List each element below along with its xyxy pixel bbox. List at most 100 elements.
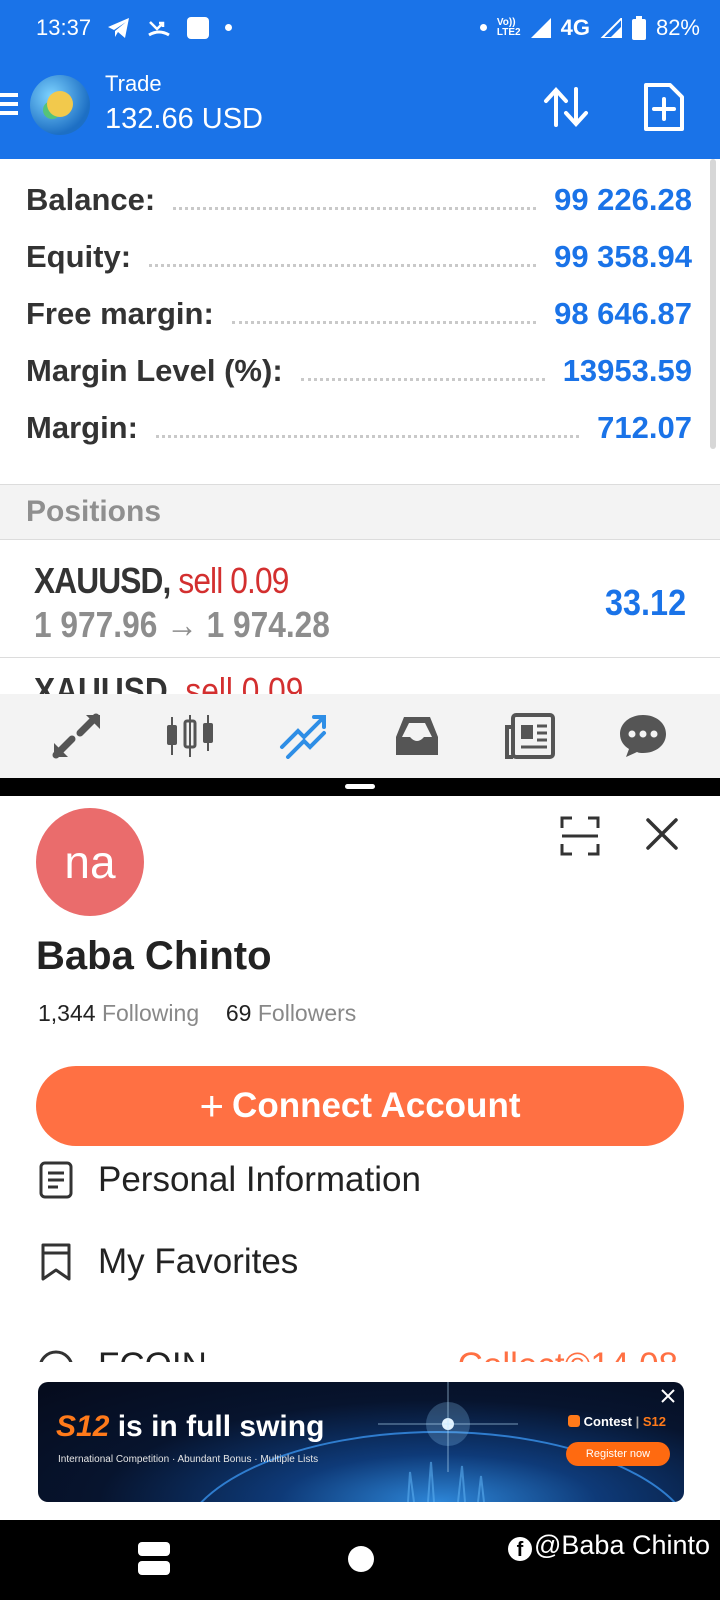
position-symbol: XAUUSD, [34,560,171,601]
messages-icon [620,715,667,757]
nav-news[interactable] [500,706,560,766]
follow-stats: 1,344 Following 69 Followers [38,1000,356,1027]
contest-brand: S12 [642,1414,667,1429]
balance-row: Balance: 99 226.28 [26,178,692,222]
balance-label: Balance: [26,182,156,217]
position-title: XAUUSD, sell 0.09 [34,560,289,602]
bookmark-icon [41,1243,71,1281]
equity-row: Equity: 99 358.94 [26,235,692,279]
nav-quotes[interactable] [47,706,107,766]
close-icon[interactable] [658,1386,678,1406]
trade-icon [280,715,327,759]
menu-item-label: FCOIN [98,1348,207,1362]
app-notification-icon [187,16,210,39]
nav-history[interactable] [387,706,447,766]
margin-value: 712.07 [597,410,692,445]
margin-row: Margin: 712.07 [26,406,692,450]
dot-icon [479,24,487,31]
followers-count[interactable]: 69 [226,1000,252,1026]
status-bar: 13:37 Vo)) LTE2 4G 82% [0,0,720,55]
position-side: sell 0.09 [178,560,289,601]
signal-icon [530,17,551,38]
free-margin-row: Free margin: 98 646.87 [26,292,692,336]
menu-item-label: Personal Information [98,1160,421,1199]
new-order-icon[interactable] [638,81,690,133]
margin-label: Margin: [26,410,138,445]
connect-account-label: Connect Account [232,1086,521,1125]
telegram-icon [108,17,130,38]
register-now-button[interactable]: Register now [566,1442,670,1466]
followers-label[interactable]: Followers [258,1000,356,1026]
promo-banner[interactable]: S12 is in full swing International Compe… [38,1382,684,1502]
following-label[interactable]: Following [102,1000,199,1026]
connect-account-button[interactable]: + Connect Account [36,1066,684,1146]
nav-trade[interactable] [273,706,333,766]
position-row[interactable]: XAUUSD, sell 0.09 1 977.96 → 1 974.28 33… [0,540,720,658]
history-icon [395,717,438,755]
menu-item-my-favorites[interactable]: My Favorites [38,1232,678,1292]
banner-contest: Contest | S12 [568,1414,666,1429]
coin-icon [39,1350,73,1362]
equity-label: Equity: [26,239,132,274]
menu-item-fcoin[interactable]: FCOIN Collect©14.08 [38,1348,678,1362]
divider-handle[interactable] [345,784,375,789]
position-row[interactable]: XAUUSD, sell 0.09 [34,672,434,694]
page-title: Trade [105,71,162,96]
dot-icon [225,24,233,31]
quotes-icon [52,713,100,759]
signal-icon [600,17,622,38]
profile-name: Baba Chinto [36,934,272,978]
recents-icon[interactable] [138,1542,170,1576]
position-profit: 33.12 [604,582,686,623]
watermark: f @Baba Chinto [508,1530,710,1561]
free-margin-value: 98 646.87 [554,296,692,331]
document-icon [39,1161,73,1199]
news-icon [504,713,555,759]
menu-item-label: My Favorites [98,1242,299,1281]
collect-link[interactable]: Collect©14.08 [458,1348,678,1362]
banner-brand: S12 [56,1410,110,1443]
chart-icon [166,715,213,757]
sort-icon[interactable] [540,81,592,133]
missed-call-icon [148,20,170,36]
margin-level-label: Margin Level (%): [26,353,283,388]
close-icon[interactable] [642,814,682,854]
equity-value: 99 358.94 [554,239,692,274]
app-logo [30,75,90,135]
positions-title: Positions [26,495,162,528]
watermark-text: @Baba Chinto [534,1530,711,1560]
free-margin-label: Free margin: [26,296,214,331]
margin-level-row: Margin Level (%): 13953.59 [26,349,692,393]
app-header: Trade 132.66 USD [0,55,720,159]
balance-value: 99 226.28 [554,182,692,217]
volte-icon: Vo)) LTE2 [496,16,521,38]
nav-chart[interactable] [160,706,220,766]
contest-label: Contest [583,1414,633,1429]
position-side: sell 0.09 [185,672,304,694]
split-screen-divider[interactable] [0,778,720,796]
margin-level-value: 13953.59 [562,353,692,388]
menu-icon[interactable] [0,93,18,115]
bottom-navigation [0,694,720,778]
facebook-icon: f [508,1537,532,1561]
scrollbar[interactable] [710,159,716,449]
plus-icon: + [199,1082,225,1129]
scan-icon[interactable] [560,816,600,856]
system-navigation-bar: f @Baba Chinto [0,1520,720,1600]
nav-messages[interactable] [613,706,673,766]
banner-subtitle: International Competition · Abundant Bon… [58,1454,319,1465]
position-symbol: XAUUSD, [34,672,177,694]
home-icon[interactable] [348,1546,374,1572]
banner-title-text: is in full swing [109,1410,325,1443]
positions-section-header: Positions [0,484,720,540]
position-prices: 1 977.96 → 1 974.28 [34,604,330,645]
account-summary: Balance: 99 226.28 Equity: 99 358.94 Fre… [0,159,720,484]
banner-title: S12 is in full swing [56,1410,324,1444]
avatar[interactable]: na [36,808,144,916]
fbs-logo-icon [568,1415,580,1427]
profit-total: 132.66 USD [105,103,263,135]
following-count[interactable]: 1,344 [38,1000,96,1026]
battery-icon [631,15,646,40]
network-type: 4G [560,14,590,40]
menu-item-personal-information[interactable]: Personal Information [38,1150,678,1210]
